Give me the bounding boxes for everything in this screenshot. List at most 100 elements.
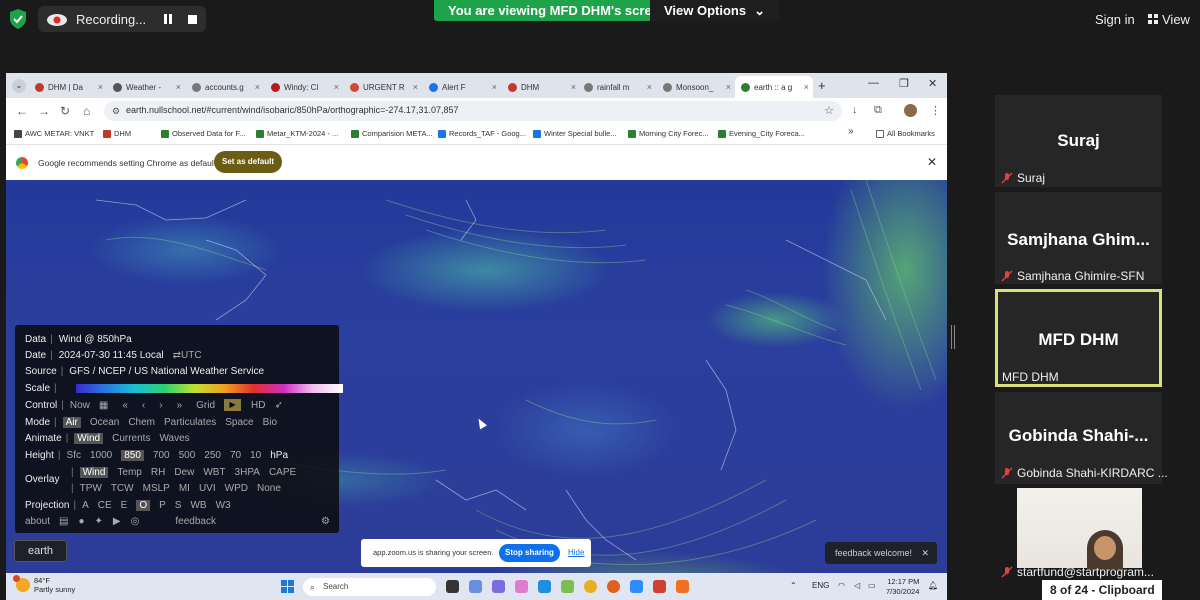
animate-currents[interactable]: Currents <box>112 433 150 444</box>
notification-bell-icon[interactable]: 🔔︎ <box>928 581 938 590</box>
mode-ocean[interactable]: Ocean <box>90 417 119 428</box>
home-icon[interactable]: ⌂ <box>83 104 90 118</box>
participant-tile[interactable]: Suraj Suraj <box>995 95 1162 187</box>
feedback-link[interactable]: feedback <box>175 516 216 527</box>
settings-gear-icon[interactable]: ⚙ <box>321 516 330 527</box>
projection-p[interactable]: P <box>159 500 166 511</box>
rewind-fast-icon[interactable]: « <box>122 400 128 411</box>
mode-space[interactable]: Space <box>225 417 253 428</box>
tab-close-icon[interactable]: × <box>334 82 339 92</box>
date-value[interactable]: 2024-07-30 11:45 Local <box>59 350 164 361</box>
overlay-cape[interactable]: CAPE <box>269 467 296 478</box>
earth-menu-button[interactable]: earth <box>14 540 67 562</box>
tray-chevron-icon[interactable]: ⌃ <box>790 581 797 590</box>
color-scale-bar[interactable] <box>76 384 343 393</box>
instagram-icon[interactable]: ◎ <box>131 516 140 527</box>
overlay-temp[interactable]: Temp <box>117 467 141 478</box>
mode-air[interactable]: Air <box>62 416 81 428</box>
stop-sharing-button[interactable]: Stop sharing <box>499 544 560 562</box>
window-close-icon[interactable]: ✕ <box>928 77 937 90</box>
grid-toggle[interactable]: Grid <box>196 400 215 411</box>
projection-a[interactable]: A <box>82 500 89 511</box>
overlay-none[interactable]: None <box>257 483 281 494</box>
teams-icon[interactable] <box>492 580 505 593</box>
volume-icon[interactable]: ◁ <box>854 581 860 590</box>
bookmark-item[interactable]: Observed Data for F... <box>161 129 245 138</box>
more-bookmarks-icon[interactable]: » <box>848 126 854 137</box>
reload-icon[interactable]: ↻ <box>60 104 70 118</box>
bookmark-item[interactable]: Morning City Forec... <box>628 129 709 138</box>
url-field[interactable]: ⚙ earth.nullschool.net/#current/wind/iso… <box>104 101 842 121</box>
overlay-wpd[interactable]: WPD <box>225 483 248 494</box>
overlay-uvi[interactable]: UVI <box>199 483 216 494</box>
zoom-taskbar-icon[interactable] <box>630 580 643 593</box>
animate-waves[interactable]: Waves <box>159 433 189 444</box>
now-button[interactable]: Now <box>70 400 90 411</box>
tab-close-icon[interactable]: × <box>98 82 103 92</box>
bookmark-item[interactable]: AWC METAR: VNKT <box>14 129 94 138</box>
play-icon[interactable]: ▶ <box>224 399 242 411</box>
active-speaker-tile[interactable]: MFD DHM MFD DHM <box>995 289 1162 387</box>
browser-tab[interactable]: earth :: a g × <box>735 76 813 98</box>
security-shield-icon[interactable] <box>8 8 28 30</box>
step-forward-icon[interactable]: › <box>159 400 162 411</box>
participant-tile[interactable]: Gobinda Shahi-... Gobinda Shahi-KIRDARC … <box>995 392 1168 484</box>
taskbar-search[interactable]: ⌕ Search <box>303 578 436 596</box>
projection-o[interactable]: O <box>136 499 151 511</box>
browser-tab[interactable]: accounts.g × <box>186 76 264 98</box>
browser-tab[interactable]: Weather - × <box>107 76 185 98</box>
projection-ce[interactable]: CE <box>98 500 112 511</box>
edge-icon[interactable] <box>538 580 551 593</box>
news-icon[interactable]: ▤ <box>59 516 68 527</box>
firefox-icon[interactable] <box>607 580 620 593</box>
toast-close-icon[interactable]: ✕ <box>921 542 929 564</box>
app-red-icon[interactable] <box>653 580 666 593</box>
browser-tab[interactable]: DHM × <box>502 76 580 98</box>
hd-toggle[interactable]: HD <box>251 400 265 411</box>
bookmark-item[interactable]: Winter Special bulle... <box>533 129 617 138</box>
bookmark-star-icon[interactable]: ☆ <box>824 104 834 117</box>
tab-close-icon[interactable]: × <box>804 82 809 92</box>
overlay-mi[interactable]: MI <box>179 483 190 494</box>
height-250[interactable]: 250 <box>204 450 221 461</box>
overlay-tcw[interactable]: TCW <box>111 483 134 494</box>
about-link[interactable]: about <box>25 516 50 527</box>
battery-icon[interactable]: ▭ <box>868 581 876 590</box>
step-back-icon[interactable]: ‹ <box>142 400 145 411</box>
overlay-3hpa[interactable]: 3HPA <box>235 467 260 478</box>
infobar-close-icon[interactable]: ✕ <box>927 155 937 169</box>
tab-close-icon[interactable]: × <box>571 82 576 92</box>
browser-tab[interactable]: rainfall m × <box>578 76 656 98</box>
browser-tab[interactable]: Monsoon_ × <box>657 76 735 98</box>
tab-search-icon[interactable]: ⌄ <box>12 79 26 93</box>
height-70[interactable]: 70 <box>230 450 241 461</box>
bookmark-item[interactable]: DHM <box>103 129 131 138</box>
overlay-wbt[interactable]: WBT <box>203 467 225 478</box>
bluesky-icon[interactable]: ✦ <box>95 516 103 527</box>
bookmark-item[interactable]: Metar_KTM-2024 - ... <box>256 129 338 138</box>
panel-resize-handle[interactable] <box>951 325 955 349</box>
bookmark-item[interactable]: Records_TAF - Goog... <box>438 129 526 138</box>
sign-in-button[interactable]: Sign in <box>1095 12 1135 27</box>
overlay-tpw[interactable]: TPW <box>80 483 102 494</box>
tab-close-icon[interactable]: × <box>176 82 181 92</box>
youtube-icon[interactable]: ▶ <box>113 516 121 527</box>
mode-particulates[interactable]: Particulates <box>164 417 216 428</box>
overlay-mslp[interactable]: MSLP <box>143 483 170 494</box>
view-button[interactable]: View <box>1148 12 1190 27</box>
chrome-taskbar-icon[interactable] <box>584 580 597 593</box>
back-icon[interactable]: ← <box>16 104 28 118</box>
height-1000[interactable]: 1000 <box>90 450 112 461</box>
height-700[interactable]: 700 <box>153 450 170 461</box>
tab-close-icon[interactable]: × <box>413 82 418 92</box>
set-as-default-button[interactable]: Set as default <box>214 151 282 173</box>
minimize-icon[interactable]: — <box>868 77 879 89</box>
location-icon[interactable]: ➶ <box>275 400 283 411</box>
browser-tab[interactable]: DHM | Da × <box>29 76 107 98</box>
tab-close-icon[interactable]: × <box>255 82 260 92</box>
wifi-icon[interactable]: ◠ <box>838 581 845 590</box>
weather-widget[interactable]: 84°F Partly sunny <box>13 575 75 594</box>
calendar-icon[interactable]: ▦ <box>99 400 108 411</box>
tab-close-icon[interactable]: × <box>647 82 652 92</box>
copilot-icon[interactable] <box>515 580 528 593</box>
